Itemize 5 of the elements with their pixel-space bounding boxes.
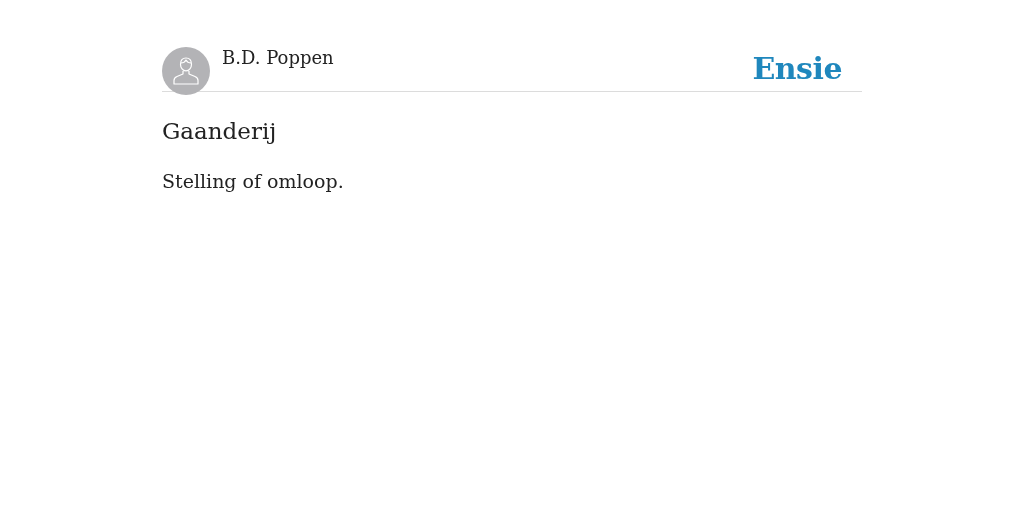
- entry-definition: Stelling of omloop.: [162, 169, 345, 194]
- author-name[interactable]: B.D. Poppen: [222, 47, 334, 69]
- site-logo[interactable]: Ensie: [752, 53, 842, 85]
- entry-title: Gaanderij: [162, 117, 278, 146]
- avatar-icon: [162, 47, 210, 95]
